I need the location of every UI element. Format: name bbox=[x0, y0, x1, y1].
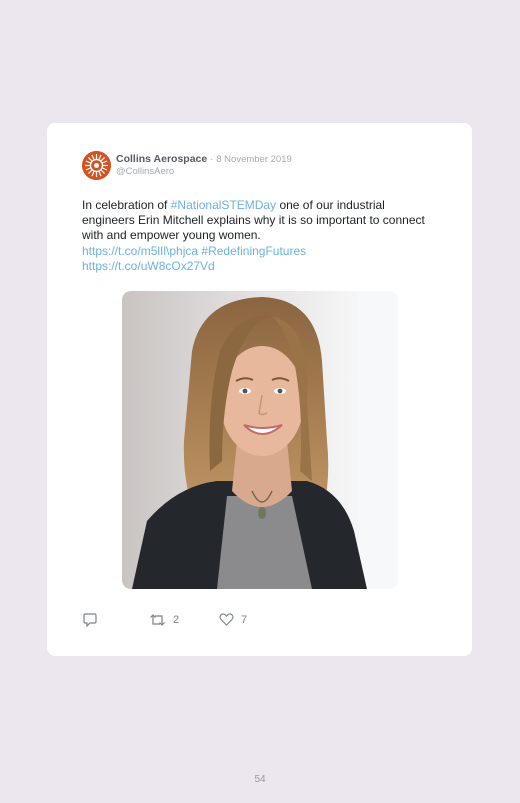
hashtag-link[interactable]: #RedefiningFutures bbox=[201, 244, 306, 258]
hashtag-link[interactable]: #NationalSTEMDay bbox=[171, 198, 276, 212]
tweet-card: Collins Aerospace · 8 November 2019 @Col… bbox=[47, 123, 472, 656]
reply-button[interactable] bbox=[82, 612, 98, 628]
tweet-body: In celebration of #NationalSTEMDay one o… bbox=[82, 198, 432, 274]
url-link[interactable]: https://t.co/m5lIl\phjca bbox=[82, 244, 198, 258]
like-count: 7 bbox=[241, 613, 248, 626]
author-handle[interactable]: @CollinsAero bbox=[116, 166, 174, 177]
retweet-icon bbox=[150, 614, 165, 626]
collins-aerospace-avatar[interactable] bbox=[82, 151, 111, 180]
url-link[interactable]: https://t.co/uW8cOx27Vd bbox=[82, 259, 215, 273]
retweet-count: 2 bbox=[173, 614, 180, 626]
collins-logo-icon bbox=[82, 151, 111, 180]
photo-of-smiling-woman-icon bbox=[122, 291, 398, 589]
separator-dot: · bbox=[210, 154, 214, 165]
author-name[interactable]: Collins Aerospace bbox=[116, 153, 207, 165]
reply-icon bbox=[83, 613, 97, 628]
retweet-button[interactable]: 2 bbox=[149, 612, 179, 628]
page-number: 54 bbox=[254, 774, 266, 785]
tweet-header: Collins Aerospace · 8 November 2019 bbox=[116, 153, 292, 165]
like-button[interactable]: 7 bbox=[219, 612, 247, 627]
heart-icon bbox=[219, 613, 234, 626]
tweet-date[interactable]: 8 November 2019 bbox=[216, 154, 292, 165]
tweet-photo[interactable] bbox=[122, 291, 398, 589]
tweet-text-part: In celebration of bbox=[82, 198, 171, 212]
